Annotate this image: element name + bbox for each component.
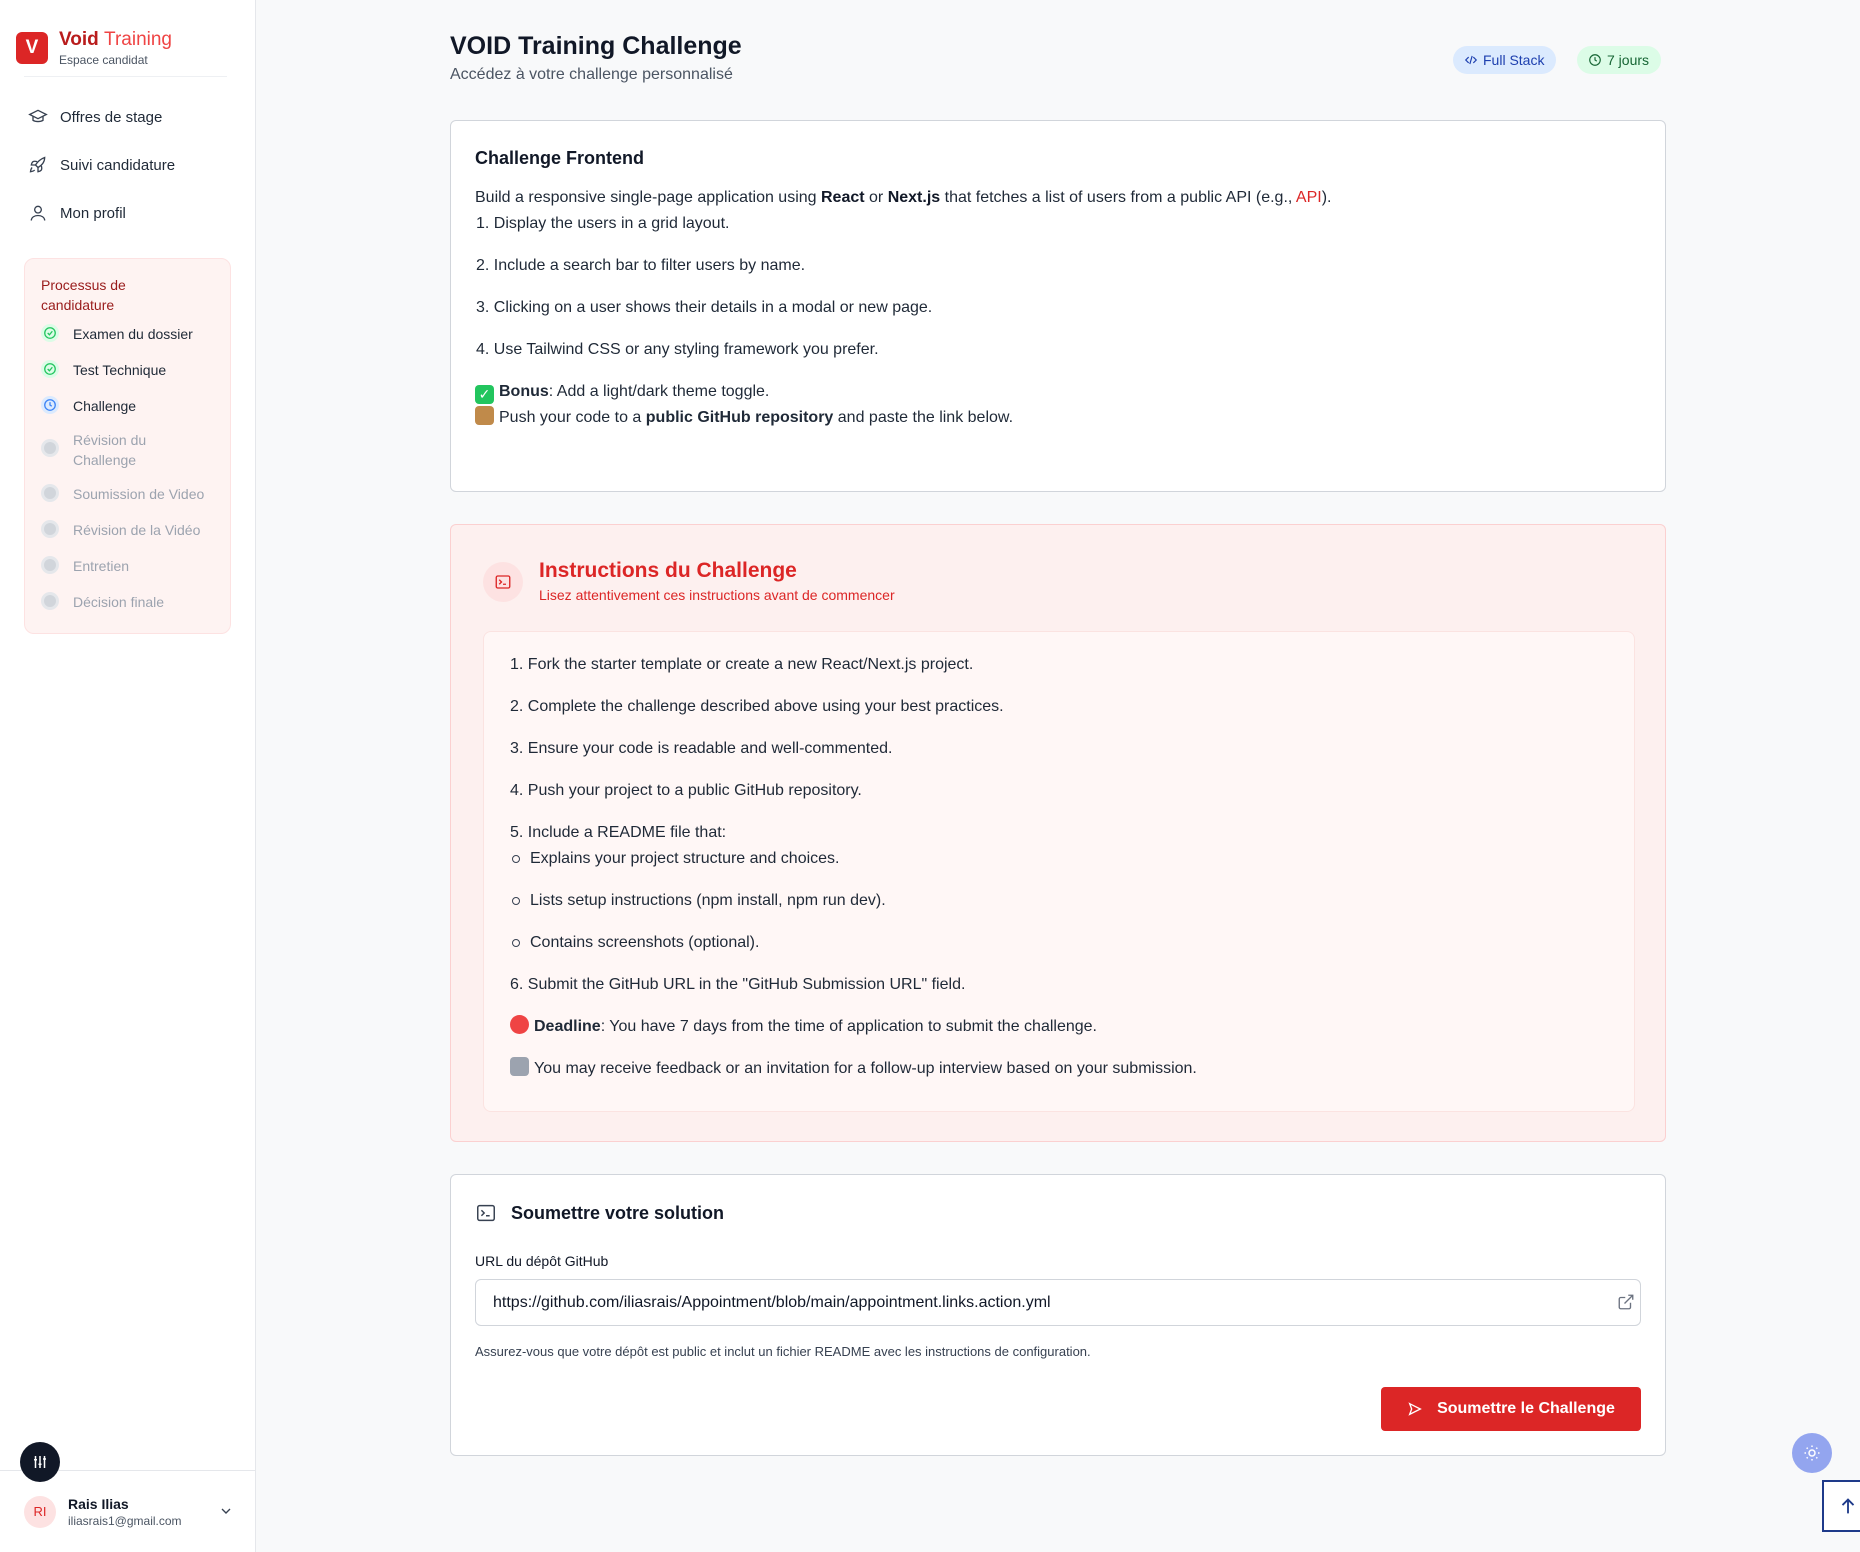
application-process-panel: Processus de candidature Examen du dossi…: [24, 258, 231, 634]
help-text: Assurez-vous que votre dépôt est public …: [475, 1344, 1091, 1359]
sidebar-item-label: Offres de stage: [60, 108, 163, 126]
check-mark-icon: ✓: [475, 385, 494, 404]
pending-circle-icon: [41, 556, 59, 574]
external-link-icon[interactable]: [1617, 1293, 1635, 1311]
sidebar-item-profil[interactable]: Mon profil: [0, 189, 255, 237]
process-step: Challenge: [41, 396, 214, 430]
challenge-card: Challenge Frontend Build a responsive si…: [450, 120, 1666, 492]
check-circle-icon: [41, 360, 59, 378]
process-step: Révision du Challenge: [41, 430, 214, 484]
list-item: 2. Complete the challenge described abov…: [510, 698, 1004, 715]
github-url-label: URL du dépôt GitHub: [475, 1253, 609, 1269]
brand[interactable]: V Void Training Espace candidat: [0, 0, 255, 76]
pending-circle-icon: [41, 439, 59, 457]
sidebar-item-label: Mon profil: [60, 204, 126, 222]
list-item: Lists setup instructions (npm install, n…: [510, 888, 1634, 914]
scroll-to-top-button[interactable]: [1822, 1480, 1860, 1532]
user-menu[interactable]: RI Rais Ilias iliasrais1@gmail.com: [0, 1470, 256, 1552]
sun-icon: [1804, 1445, 1820, 1461]
list-item: 1. Display the users in a grid layout.: [476, 215, 730, 232]
pending-circle-icon: [41, 484, 59, 502]
arrow-up-icon: [1841, 1498, 1855, 1514]
feedback-line: You may receive feedback or an invitatio…: [510, 1056, 1634, 1082]
clock-icon: [1589, 54, 1601, 66]
process-step: Décision finale: [41, 592, 214, 628]
list-item: 3. Clicking on a user shows their detail…: [476, 299, 933, 316]
list-item: 1. Fork the starter template or create a…: [510, 656, 974, 673]
list-item: Contains screenshots (optional).: [510, 930, 1634, 956]
pending-circle-icon: [41, 520, 59, 538]
process-step: Soumission de Video: [41, 484, 214, 520]
page-subtitle: Accédez à votre challenge personnalisé: [450, 66, 733, 83]
code-icon: [1464, 55, 1478, 65]
page-title: VOID Training Challenge: [450, 32, 742, 60]
process-step: Entretien: [41, 556, 214, 592]
github-url-input[interactable]: [475, 1279, 1641, 1326]
list-item: 3. Ensure your code is readable and well…: [510, 740, 893, 757]
process-step: Révision de la Vidéo: [41, 520, 214, 556]
stack-badge: Full Stack: [1453, 46, 1557, 74]
pending-circle-icon: [41, 592, 59, 610]
sidebar-item-label: Suivi candidature: [60, 156, 176, 174]
graduation-cap-icon: [28, 109, 48, 123]
send-icon: [1408, 1402, 1422, 1416]
list-item: 4. Use Tailwind CSS or any styling frame…: [476, 341, 879, 358]
deadline-line: Deadline: You have 7 days from the time …: [510, 1014, 1634, 1040]
list-item: 4. Push your project to a public GitHub …: [510, 782, 862, 799]
sidebar-nav: Offres de stage Suivi candidature Mon pr…: [0, 77, 255, 237]
challenge-title: Challenge Frontend: [475, 148, 645, 168]
bonus-line: ✓ Bonus: Add a light/dark theme toggle.: [475, 379, 1641, 405]
api-link[interactable]: API: [1296, 189, 1322, 206]
list-item: 2. Include a search bar to filter users …: [476, 257, 806, 274]
avatar: RI: [24, 1495, 56, 1528]
chevron-down-icon[interactable]: [218, 1503, 234, 1519]
envelope-icon: [510, 1057, 529, 1076]
terminal-icon: [483, 562, 523, 602]
brand-title: Void Training: [59, 29, 172, 50]
list-item: 6. Submit the GitHub URL in the "GitHub …: [510, 976, 966, 993]
brand-subtitle: Espace candidat: [59, 53, 148, 67]
alarm-clock-icon: [510, 1015, 529, 1034]
sidebar: V Void Training Espace candidat Offres d…: [0, 0, 256, 1552]
sidebar-item-offres[interactable]: Offres de stage: [0, 93, 255, 141]
process-title: Processus de candidature: [41, 277, 126, 313]
challenge-requirements: 1. Display the users in a grid layout. 2…: [475, 211, 1641, 363]
submit-title: Soumettre votre solution: [475, 1202, 724, 1224]
push-line: Push your code to a public GitHub reposi…: [475, 405, 1641, 431]
instructions-title: Instructions du Challenge: [539, 559, 797, 582]
instructions-subtitle: Lisez attentivement ces instructions ava…: [539, 587, 895, 603]
user-icon: [30, 205, 46, 221]
clock-icon: [41, 396, 59, 414]
submit-challenge-button[interactable]: Soumettre le Challenge: [1381, 1387, 1641, 1431]
rocket-icon: [29, 156, 46, 173]
list-item: Explains your project structure and choi…: [510, 846, 1634, 872]
brand-logo: V: [16, 32, 48, 64]
user-email: iliasrais1@gmail.com: [68, 1513, 182, 1528]
check-circle-icon: [41, 324, 59, 342]
theme-toggle-button[interactable]: [1792, 1433, 1832, 1473]
sidebar-item-suivi[interactable]: Suivi candidature: [0, 141, 255, 189]
process-step: Test Technique: [41, 360, 214, 396]
user-name: Rais Ilias: [68, 1495, 129, 1512]
instructions-card: Instructions du Challenge Lisez attentiv…: [450, 524, 1666, 1142]
process-step: Examen du dossier: [41, 324, 214, 360]
submit-card: Soumettre votre solution URL du dépôt Gi…: [450, 1174, 1666, 1456]
instructions-body: 1. Fork the starter template or create a…: [483, 631, 1635, 1112]
settings-sliders-button[interactable]: [20, 1442, 60, 1482]
challenge-intro: Build a responsive single-page applicati…: [475, 189, 1332, 206]
package-icon: [475, 406, 494, 425]
duration-badge: 7 jours: [1577, 46, 1662, 74]
list-item: 5. Include a README file that:: [510, 824, 727, 841]
sliders-icon: [34, 1456, 46, 1468]
terminal-icon: [477, 1204, 495, 1222]
